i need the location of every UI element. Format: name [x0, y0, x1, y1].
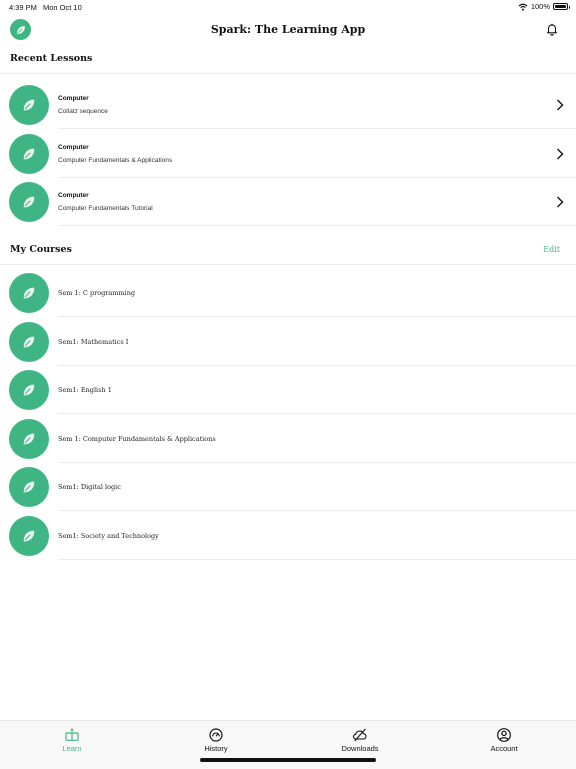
course-item[interactable]: Sem1: Digital logic [0, 463, 576, 511]
tab-account[interactable]: Account [432, 721, 576, 761]
lesson-avatar [9, 133, 49, 174]
lesson-avatar [9, 85, 49, 125]
leaf-icon [23, 196, 35, 208]
course-item[interactable]: Sem 1: C programming [0, 269, 576, 317]
chevron-right-icon [557, 148, 564, 159]
status-date: Mon Oct 10 [43, 3, 82, 12]
course-avatar [9, 273, 49, 313]
learn-book-icon [65, 728, 79, 741]
tab-label: Downloads [341, 744, 379, 753]
tab-history[interactable]: History [144, 721, 288, 761]
leaf-icon [23, 384, 35, 396]
leaf-icon [23, 481, 35, 493]
bell-icon[interactable] [545, 22, 559, 36]
course-item[interactable]: Sem1: Society and Technology [0, 512, 576, 560]
recent-lesson-item[interactable]: Computer Computer Fundamentals Tutorial [0, 178, 576, 226]
page-title: Spark: The Learning App [210, 23, 366, 36]
course-avatar [9, 370, 49, 410]
leaf-icon [23, 530, 35, 541]
leaf-icon [23, 336, 35, 347]
leaf-icon [23, 433, 35, 444]
course-item[interactable]: Sem1: English 1 [0, 366, 576, 414]
lesson-avatar [9, 182, 49, 222]
leaf-icon [23, 99, 35, 111]
app-header: Spark: The Learning App [0, 14, 576, 46]
chevron-right-icon [557, 196, 564, 208]
lesson-category: Computer [58, 192, 89, 199]
divider [58, 558, 576, 560]
lesson-title: Computer Fundamentals & Applications [58, 156, 173, 164]
section-title: Recent Lessons [10, 53, 93, 64]
course-avatar [9, 467, 49, 507]
tab-label: History [204, 744, 228, 753]
course-item[interactable]: Sem 1: Computer Fundamentals & Applicati… [0, 415, 576, 463]
chevron-right-icon [557, 99, 564, 111]
tab-learn[interactable]: Learn [0, 721, 144, 761]
edit-button[interactable]: Edit [543, 245, 560, 254]
battery-icon [553, 3, 570, 10]
status-bar: 4:39 PM Mon Oct 10 100% [0, 0, 576, 14]
leaf-icon [23, 287, 35, 299]
gauge-icon [209, 728, 223, 742]
course-name: Sem1: Mathematics I [58, 337, 129, 346]
lesson-title: Computer Fundamentals Tutorial [58, 205, 153, 212]
course-name: Sem 1: C programming [58, 289, 136, 297]
course-avatar [9, 321, 49, 362]
course-name: Sem1: Digital logic [58, 483, 121, 491]
course-avatar [9, 418, 49, 459]
lesson-category: Computer [58, 143, 89, 151]
lesson-category: Computer [58, 95, 89, 102]
recent-lesson-item[interactable]: Computer Collatz sequence [0, 81, 576, 129]
status-time: 4:39 PM [9, 3, 37, 12]
battery-percent: 100% [530, 2, 550, 11]
cloud-off-icon [352, 728, 367, 742]
tab-downloads[interactable]: Downloads [288, 721, 432, 761]
recent-lessons-header: Recent Lessons [0, 47, 576, 74]
course-name: Sem1: English 1 [58, 386, 112, 394]
status-right: 100% [518, 2, 570, 11]
user-circle-icon [497, 728, 511, 742]
lesson-title: Collatz sequence [58, 108, 108, 115]
home-indicator [200, 758, 376, 762]
course-item[interactable]: Sem1: Mathematics I [0, 318, 576, 366]
wifi-icon [518, 3, 528, 11]
leaf-icon [23, 148, 35, 159]
divider [58, 225, 576, 226]
recent-lesson-item[interactable]: Computer Computer Fundamentals & Applicat… [0, 130, 576, 178]
section-title: My Courses [10, 244, 72, 255]
course-name: Sem 1: Computer Fundamentals & Applicati… [58, 434, 216, 443]
tab-label: Account [490, 744, 518, 753]
course-name: Sem1: Society and Technology [58, 531, 159, 540]
tab-label: Learn [62, 744, 82, 753]
my-courses-header: My Courses Edit [0, 238, 576, 265]
course-avatar [9, 515, 49, 556]
